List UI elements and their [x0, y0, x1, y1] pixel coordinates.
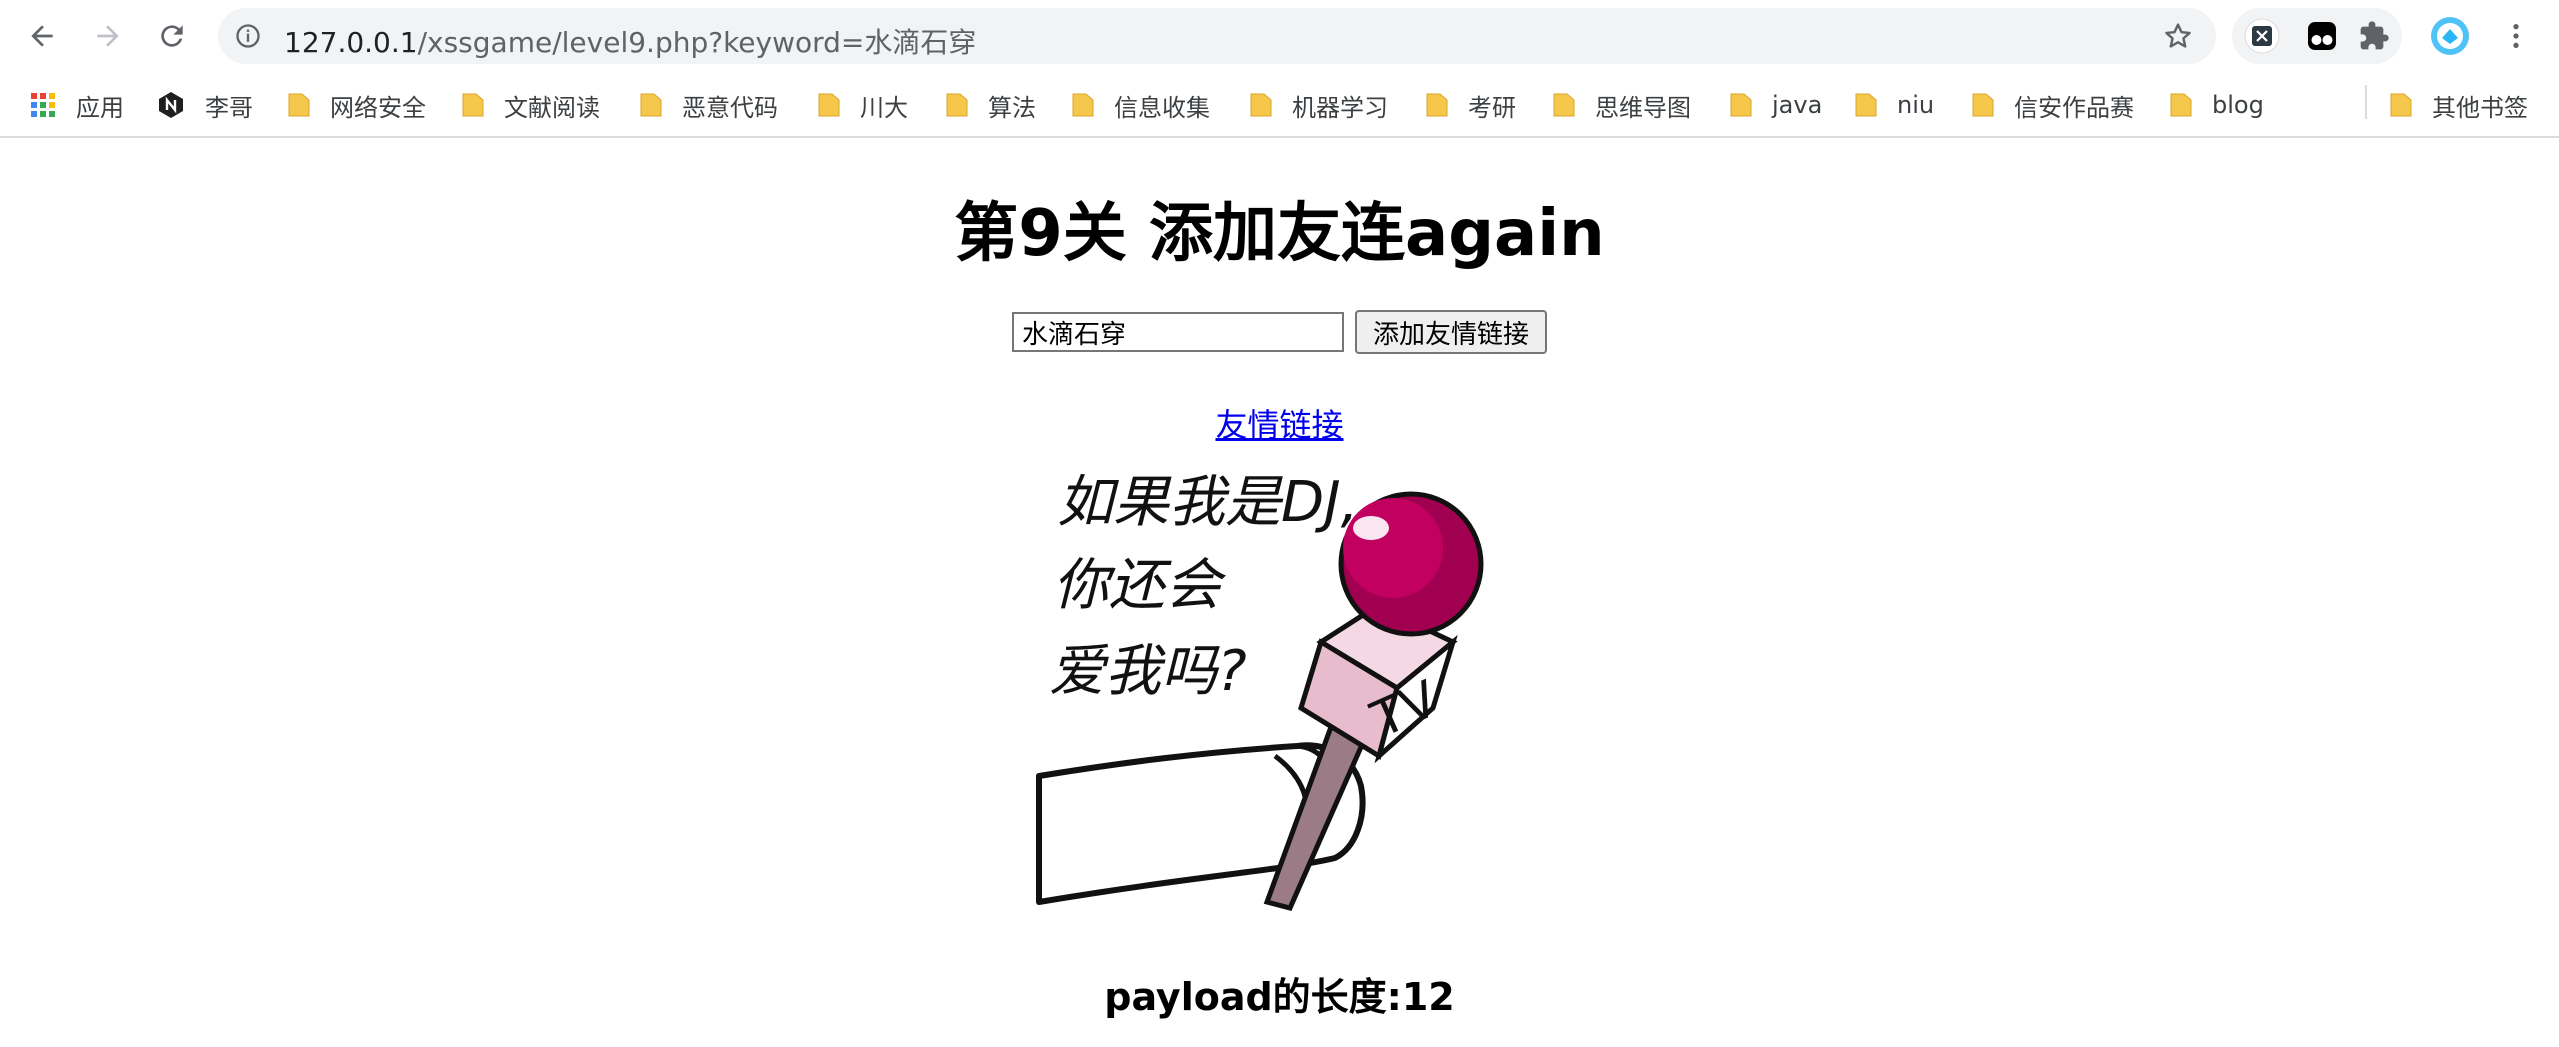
- bookmark-malware[interactable]: 恶意代码: [640, 85, 778, 125]
- bookmark-label: 考研: [1468, 93, 1516, 122]
- folder-icon: [1072, 93, 1094, 117]
- other-bookmarks-label: 其他书签: [2432, 93, 2528, 122]
- extensions-group: [2232, 8, 2402, 64]
- forward-button[interactable]: [88, 16, 128, 56]
- tampermonkey-icon: [2308, 22, 2336, 50]
- bookmark-label: 网络安全: [330, 93, 426, 122]
- bookmark-label: java: [1772, 91, 1823, 119]
- reload-icon: [161, 25, 183, 47]
- folder-icon: [462, 93, 484, 117]
- bookmark-lige[interactable]: 李哥: [157, 85, 253, 125]
- bookmark-niu[interactable]: niu: [1855, 85, 1934, 125]
- bookmark-label: blog: [2212, 91, 2264, 119]
- folder-icon: [1250, 93, 1272, 117]
- keyword-input[interactable]: [1012, 312, 1344, 352]
- xcode-extension-button[interactable]: [2242, 16, 2282, 56]
- folder-icon: [1553, 93, 1575, 117]
- page-title: 第9关 添加友连again: [954, 197, 1605, 271]
- bookmark-label: 信息收集: [1114, 93, 1210, 122]
- bookmark-info-gathering[interactable]: 信息收集: [1072, 85, 1210, 125]
- profile-avatar-button[interactable]: [2430, 16, 2470, 56]
- bookmark-label: 信安作品赛: [2014, 93, 2134, 122]
- bookmark-label: 机器学习: [1292, 93, 1388, 122]
- tampermonkey-extension-button[interactable]: [2302, 16, 2342, 56]
- bookmark-kaoyan[interactable]: 考研: [1426, 85, 1516, 125]
- bookmark-apps[interactable]: 应用: [30, 85, 124, 125]
- more-vert-icon: [2513, 24, 2519, 48]
- bookmark-label: 恶意代码: [682, 93, 778, 122]
- bookmark-machine-learning[interactable]: 机器学习: [1250, 85, 1388, 125]
- bookmark-blog[interactable]: blog: [2170, 85, 2264, 125]
- browser-toolbar: 127.0.0.1/xssgame/level9.php?keyword=水滴石…: [0, 0, 2559, 73]
- reload-button[interactable]: [152, 16, 192, 56]
- folder-icon: [1972, 93, 1994, 117]
- avatar-icon: [2431, 17, 2469, 55]
- x-extension-icon: [2244, 18, 2280, 54]
- info-icon[interactable]: [234, 22, 262, 50]
- address-bar[interactable]: 127.0.0.1/xssgame/level9.php?keyword=水滴石…: [218, 8, 2216, 64]
- back-button[interactable]: [22, 16, 62, 56]
- mic-ball: [1338, 491, 1484, 637]
- url-path: /xssgame/level9.php?keyword=水滴石穿: [417, 26, 977, 59]
- url-host: 127.0.0.1: [284, 26, 418, 59]
- folder-icon: [946, 93, 968, 117]
- folder-icon: [2390, 93, 2412, 117]
- bookmark-network-security[interactable]: 网络安全: [288, 85, 426, 125]
- bookmark-mindmap[interactable]: 思维导图: [1553, 85, 1691, 125]
- extensions-button[interactable]: [2354, 16, 2394, 56]
- bookmark-label: 文献阅读: [504, 93, 600, 122]
- meme-image: 如果我是DJ, 你还会 爱我吗? TV: [1036, 470, 1484, 911]
- url-text[interactable]: 127.0.0.1/xssgame/level9.php?keyword=水滴石…: [284, 21, 976, 61]
- other-bookmarks[interactable]: 其他书签: [2390, 85, 2528, 125]
- meme-line-3: 爱我吗?: [1049, 639, 1247, 704]
- puzzle-icon: [2360, 21, 2389, 50]
- bookmark-infosec-contest[interactable]: 信安作品赛: [1972, 85, 2134, 125]
- folder-icon: [1855, 93, 1877, 117]
- bookmark-java[interactable]: java: [1730, 85, 1822, 125]
- bookmarks-bar: 应用 李哥 网络安全 文献阅读 恶意代码 川大 算法 信息收集 机器学习 考研 …: [0, 73, 2559, 138]
- bookmark-label: 川大: [860, 93, 908, 122]
- arrow-left-icon: [31, 25, 53, 47]
- folder-icon: [1426, 93, 1448, 117]
- bookmark-algorithm[interactable]: 算法: [946, 85, 1036, 125]
- add-friend-link-button[interactable]: 添加友情链接: [1355, 310, 1547, 354]
- bookmark-label: 李哥: [205, 93, 253, 122]
- n-logo-icon: [159, 92, 183, 118]
- folder-icon: [2170, 93, 2192, 117]
- arrow-right-icon: [97, 25, 119, 47]
- bookmark-label: 算法: [988, 93, 1036, 122]
- bookmark-label: 应用: [76, 93, 124, 122]
- folder-icon: [288, 93, 310, 117]
- bookmark-label: 思维导图: [1595, 93, 1691, 122]
- friend-link[interactable]: 友情链接: [1215, 406, 1343, 444]
- meme-line-1: 如果我是DJ,: [1057, 470, 1358, 535]
- folder-icon: [1730, 93, 1752, 117]
- browser-menu-button[interactable]: [2496, 16, 2536, 56]
- bookmark-scu[interactable]: 川大: [818, 85, 908, 125]
- page-content: 第9关 添加友连again 添加友情链接 友情链接 如果我是DJ, 你还会 爱我…: [0, 138, 2559, 1047]
- bookmark-label: niu: [1897, 91, 1935, 119]
- bookmarks-separator: [2365, 85, 2367, 119]
- meme-line-2: 你还会: [1053, 553, 1227, 618]
- folder-icon: [640, 93, 662, 117]
- apps-grid-icon: [31, 93, 55, 117]
- folder-icon: [818, 93, 840, 117]
- bookmark-star-icon[interactable]: [2162, 20, 2194, 52]
- payload-length-text: payload的长度:12: [1104, 975, 1455, 1019]
- friend-link-row: 友情链接: [0, 400, 2559, 446]
- bookmark-literature[interactable]: 文献阅读: [462, 85, 600, 125]
